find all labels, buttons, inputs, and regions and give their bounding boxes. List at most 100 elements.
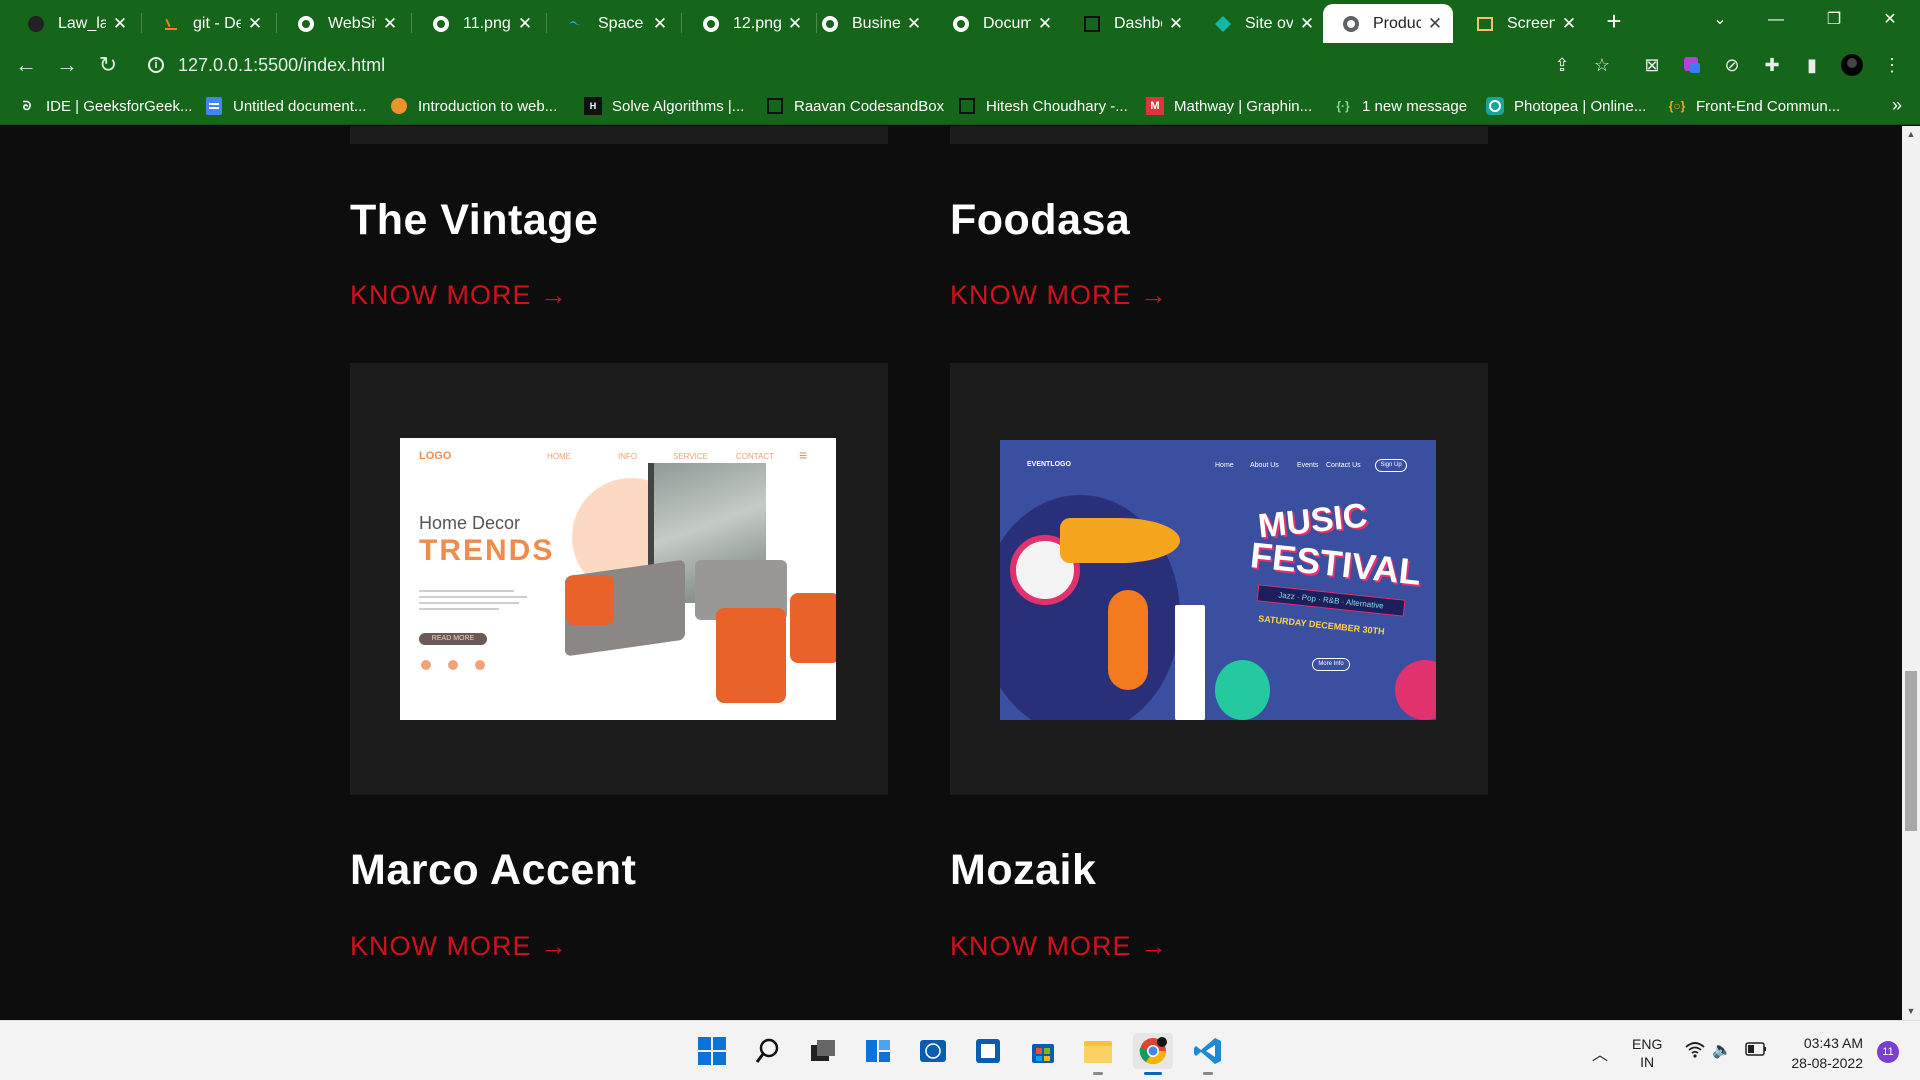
bookmarks-overflow-button[interactable]: » <box>1892 95 1902 116</box>
tab-product[interactable]: Product ✕ <box>1323 4 1453 43</box>
reload-button[interactable]: ↻ <box>92 49 124 81</box>
share-icon[interactable]: ⇪ <box>1551 54 1573 76</box>
scrollbar-thumb[interactable] <box>1905 671 1917 831</box>
close-icon[interactable]: ✕ <box>1561 14 1577 34</box>
thumb-nav-item: About Us <box>1250 462 1279 469</box>
bookmark-gfg[interactable]: ᘐ IDE | GeeksforGeek... <box>18 95 193 117</box>
tab-dashboard[interactable]: Dashbo ✕ <box>1064 4 1194 43</box>
volume-icon[interactable]: 🔈 <box>1712 1040 1732 1060</box>
card-bottom-edge <box>350 126 888 144</box>
project-thumbnail[interactable]: LOGO HOME INFO SERVICE CONTACT ≡ Home De… <box>400 438 836 720</box>
search-icon[interactable] <box>750 1033 786 1069</box>
close-window-button[interactable]: ✕ <box>1862 0 1918 40</box>
widgets-icon[interactable] <box>860 1033 896 1069</box>
extension-color-icon[interactable] <box>1681 54 1703 76</box>
tab-space[interactable]: Space B ✕ <box>548 4 678 43</box>
hamburger-icon: ≡ <box>799 447 808 463</box>
side-panel-icon[interactable]: ▮ <box>1801 54 1823 76</box>
minimize-button[interactable]: — <box>1748 0 1804 40</box>
extension-x-icon[interactable]: ⊠ <box>1641 54 1663 76</box>
close-icon[interactable]: ✕ <box>1168 14 1184 34</box>
orange-chair <box>566 575 614 625</box>
project-title: Marco Accent <box>350 846 637 894</box>
scroll-down-arrow-icon[interactable]: ▼ <box>1902 1003 1920 1020</box>
thumb-text-line <box>419 608 499 610</box>
tab-website[interactable]: WebSite ✕ <box>278 4 408 43</box>
project-thumbnail[interactable]: EVENTLOGO Home About Us Events Contact U… <box>1000 440 1436 720</box>
page-scrollbar[interactable]: ▲ ▼ <box>1902 126 1920 1020</box>
close-icon[interactable]: ✕ <box>1299 14 1315 34</box>
close-icon[interactable]: ✕ <box>247 14 263 34</box>
guitar-icon <box>1108 590 1148 690</box>
close-icon[interactable]: ✕ <box>652 14 668 34</box>
bookmark-intro-web[interactable]: Introduction to web... <box>390 95 557 117</box>
clock[interactable]: 03:43 AM 28-08-2022 <box>1783 1033 1863 1073</box>
tab-12-png[interactable]: 12.png ✕ <box>683 4 813 43</box>
bookmark-hackerrank[interactable]: H Solve Algorithms |... <box>584 95 744 117</box>
bookmark-star-icon[interactable]: ☆ <box>1591 54 1613 76</box>
tab-11-png[interactable]: 11.png ✕ <box>413 4 543 43</box>
tab-git[interactable]: git - De ✕ <box>143 4 273 43</box>
tab-document[interactable]: Docum ✕ <box>933 4 1063 43</box>
project-card[interactable]: EVENTLOGO Home About Us Events Contact U… <box>950 363 1488 795</box>
chevron-up-icon[interactable]: ︿ <box>1592 1041 1608 1065</box>
close-icon[interactable]: ✕ <box>1427 14 1443 34</box>
url-text[interactable]: 127.0.0.1:5500/index.html <box>178 55 385 76</box>
compass-extension-icon[interactable]: ⊘ <box>1721 54 1743 76</box>
bookmark-untitled-doc[interactable]: Untitled document... <box>205 95 366 117</box>
bookmark-mathway[interactable]: M Mathway | Graphin... <box>1146 95 1312 117</box>
know-more-link[interactable]: KNOW MORE → <box>950 931 1168 962</box>
close-icon[interactable]: ✕ <box>787 14 803 34</box>
globe-icon <box>431 14 451 34</box>
new-tab-button[interactable]: + <box>1598 6 1630 38</box>
windows-start-icon[interactable] <box>694 1033 730 1069</box>
close-icon[interactable]: ✕ <box>906 14 922 34</box>
notification-badge[interactable]: 11 <box>1877 1041 1899 1063</box>
bookmark-photopea[interactable]: Photopea | Online... <box>1486 95 1646 117</box>
tab-screenshot[interactable]: Screens ✕ <box>1457 4 1587 43</box>
chrome-icon[interactable] <box>1133 1033 1173 1075</box>
store-icon[interactable] <box>1025 1033 1061 1069</box>
back-button[interactable]: ← <box>10 49 42 81</box>
tab-site-overview[interactable]: Site ove ✕ <box>1195 4 1325 43</box>
menu-kebab-icon[interactable]: ⋮ <box>1881 54 1903 76</box>
battery-icon[interactable] <box>1745 1042 1767 1059</box>
bookmark-new-message[interactable]: {·} 1 new message <box>1334 95 1467 117</box>
bookmark-frontend-mentor[interactable]: {○} Front-End Commun... <box>1668 95 1841 117</box>
vscode-icon[interactable] <box>1190 1033 1226 1075</box>
bookmark-label: IDE | GeeksforGeek... <box>46 97 193 115</box>
terminal-icon[interactable] <box>970 1033 1006 1069</box>
leaf-decor <box>1395 660 1436 720</box>
site-info-icon[interactable]: i <box>148 57 164 73</box>
bookmark-hitesh[interactable]: Hitesh Choudhary -... <box>958 95 1128 117</box>
dell-icon[interactable] <box>915 1033 951 1069</box>
close-icon[interactable]: ✕ <box>517 14 533 34</box>
tab-search-icon[interactable]: ⌄ <box>1692 0 1748 40</box>
region-code: IN <box>1640 1054 1655 1070</box>
wifi-icon[interactable] <box>1685 1041 1705 1064</box>
scroll-up-arrow-icon[interactable]: ▲ <box>1902 126 1920 143</box>
close-icon[interactable]: ✕ <box>382 14 398 34</box>
clock-date: 28-08-2022 <box>1791 1055 1863 1071</box>
tab-title: 11.png <box>463 14 511 32</box>
language-indicator[interactable]: ENG IN <box>1632 1035 1662 1071</box>
profile-avatar[interactable] <box>1841 54 1863 76</box>
tab-title: git - De <box>193 14 241 32</box>
close-icon[interactable]: ✕ <box>112 14 128 34</box>
close-icon[interactable]: ✕ <box>1037 14 1053 34</box>
know-more-link[interactable]: KNOW MORE → <box>950 280 1168 311</box>
know-more-link[interactable]: KNOW MORE → <box>350 931 568 962</box>
google-docs-icon <box>205 97 223 115</box>
tab-business[interactable]: Busines ✕ <box>802 4 932 43</box>
address-bar[interactable]: i 127.0.0.1:5500/index.html <box>136 49 1616 81</box>
thumb-more-info: More Info <box>1312 658 1350 671</box>
know-more-link[interactable]: KNOW MORE → <box>350 280 568 311</box>
restore-button[interactable]: ❐ <box>1806 0 1862 40</box>
task-view-icon[interactable] <box>805 1033 841 1069</box>
forward-button[interactable]: → <box>51 49 83 81</box>
bookmark-raavan[interactable]: Raavan CodesandBox <box>766 95 944 117</box>
tab-law-lan[interactable]: Law_lan ✕ <box>8 4 138 43</box>
extensions-puzzle-icon[interactable]: ✚ <box>1761 54 1783 76</box>
file-explorer-icon[interactable] <box>1080 1033 1116 1075</box>
project-card[interactable]: LOGO HOME INFO SERVICE CONTACT ≡ Home De… <box>350 363 888 795</box>
